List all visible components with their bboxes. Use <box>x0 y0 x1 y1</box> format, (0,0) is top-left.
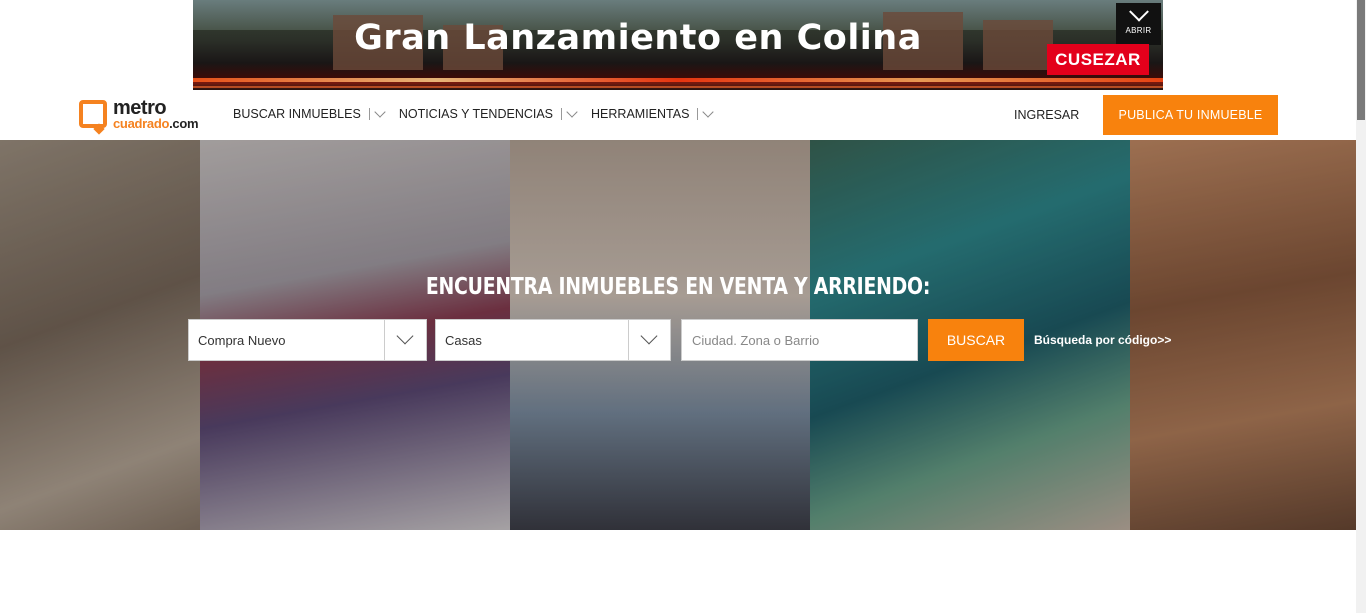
main-nav: BUSCAR INMUEBLES NOTICIAS Y TENDENCIAS H… <box>233 106 727 121</box>
ad-light-streak <box>193 78 1163 82</box>
nav-label: HERRAMIENTAS <box>591 107 690 121</box>
hero-section: ENCUENTRA INMUEBLES EN VENTA Y ARRIENDO:… <box>0 140 1356 530</box>
logo-icon <box>79 100 107 128</box>
ad-banner[interactable]: Gran Lanzamiento en Colina ABRIR CUSEZAR <box>193 0 1163 90</box>
chevron-down-icon <box>396 327 414 345</box>
page-scrollbar[interactable] <box>1356 0 1366 613</box>
site-header: metro cuadrado.com BUSCAR INMUEBLES NOTI… <box>0 90 1356 140</box>
chevron-down-icon <box>374 106 386 118</box>
nav-label: BUSCAR INMUEBLES <box>233 107 361 121</box>
login-link[interactable]: INGRESAR <box>1014 108 1079 122</box>
search-button[interactable]: BUSCAR <box>928 319 1024 361</box>
nav-divider <box>561 108 563 120</box>
ad-title: Gran Lanzamiento en Colina <box>354 18 922 58</box>
hero-title: ENCUENTRA INMUEBLES EN VENTA Y ARRIENDO: <box>425 274 931 300</box>
scrollbar-thumb[interactable] <box>1357 0 1365 120</box>
publish-property-button[interactable]: PUBLICA TU INMUEBLE <box>1103 95 1278 135</box>
ad-open-label: ABRIR <box>1125 26 1152 35</box>
logo-text-bottom: cuadrado.com <box>113 116 199 131</box>
operation-select[interactable]: Compra Nuevo <box>188 319 427 361</box>
logo-text-main: cuadrado <box>113 116 170 131</box>
logo-text-domain: .com <box>169 116 199 131</box>
chevron-down-icon <box>566 106 578 118</box>
operation-select-caret[interactable] <box>384 320 426 360</box>
property-type-select-caret[interactable] <box>628 320 670 360</box>
nav-divider <box>697 108 699 120</box>
chevron-down-icon <box>640 327 658 345</box>
nav-divider <box>368 108 370 120</box>
ad-open-button[interactable]: ABRIR <box>1116 1 1161 45</box>
property-type-select[interactable]: Casas <box>435 319 671 361</box>
chevron-down-icon <box>1128 1 1149 22</box>
nav-noticias-tendencias[interactable]: NOTICIAS Y TENDENCIAS <box>398 106 578 121</box>
nav-label: NOTICIAS Y TENDENCIAS <box>398 107 554 121</box>
nav-herramientas[interactable]: HERRAMIENTAS <box>591 106 715 121</box>
ad-light-streak <box>193 86 1163 88</box>
property-type-select-value: Casas <box>445 333 482 348</box>
site-logo[interactable]: metro cuadrado.com <box>79 97 209 132</box>
location-input-placeholder: Ciudad. Zona o Barrio <box>692 333 820 348</box>
search-by-code-link[interactable]: Búsqueda por código>> <box>1034 333 1171 347</box>
operation-select-value: Compra Nuevo <box>198 333 286 348</box>
nav-buscar-inmuebles[interactable]: BUSCAR INMUEBLES <box>233 106 386 121</box>
ad-brand-logo: CUSEZAR <box>1047 44 1149 75</box>
chevron-down-icon <box>702 106 715 118</box>
location-input[interactable]: Ciudad. Zona o Barrio <box>681 319 918 361</box>
